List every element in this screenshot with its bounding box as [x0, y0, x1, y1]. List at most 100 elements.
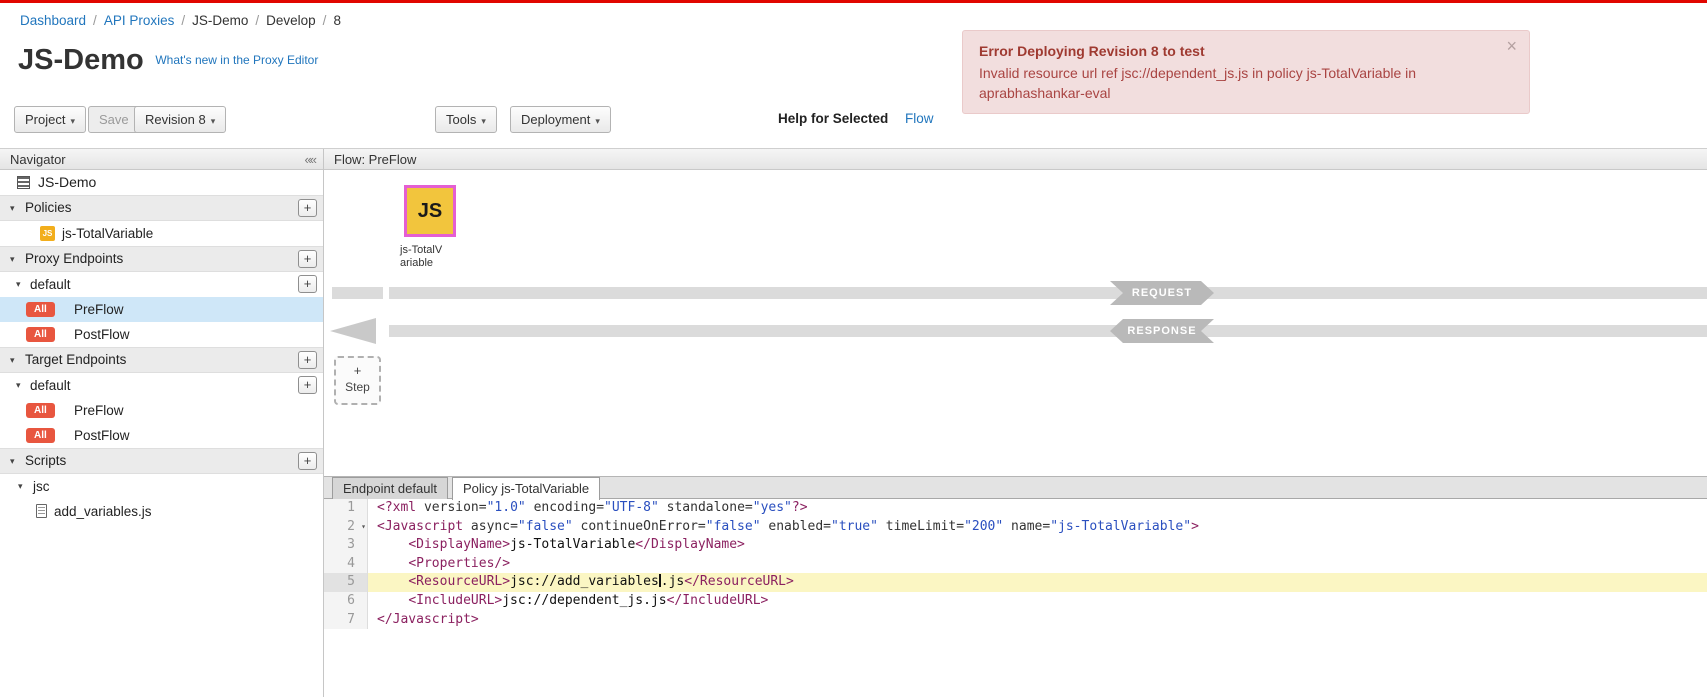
line-number: 1	[324, 499, 368, 518]
tab-endpoint-default[interactable]: Endpoint default	[332, 477, 448, 499]
add-step-button-label: Step	[336, 380, 379, 394]
code-token: =	[698, 519, 706, 534]
code-token: name	[1011, 519, 1042, 534]
js-policy-node[interactable]: JS	[404, 185, 456, 237]
code-token: "false"	[518, 519, 573, 534]
save-button[interactable]: Save	[88, 106, 140, 133]
project-button[interactable]: Project▾	[14, 106, 86, 133]
navigator-section-target-endpoints[interactable]: ▾Target Endpoints+	[0, 347, 323, 373]
navigator-flow-preflow[interactable]: AllPreFlow	[0, 297, 323, 322]
chevron-down-icon: ▾	[595, 116, 600, 126]
navigator-flow-preflow[interactable]: All PreFlow	[0, 398, 323, 423]
navigator-flow-postflow[interactable]: AllPostFlow	[0, 423, 323, 448]
tab-policy-js-totalvariable[interactable]: Policy js-TotalVariable	[452, 477, 600, 500]
code-token: jsc://add_variables	[510, 574, 659, 589]
code-token: version	[424, 500, 479, 515]
navigator-item-label: Policies	[25, 196, 72, 220]
navigator-endpoint-default[interactable]: ▾default+	[0, 373, 323, 398]
add-button[interactable]: +	[298, 351, 317, 369]
js-policy-label: js-TotalV ariable	[398, 244, 462, 270]
proxy-icon	[17, 176, 30, 189]
code-token: =	[956, 519, 964, 534]
code-token: "true"	[831, 519, 878, 534]
code-token: </IncludeURL>	[667, 593, 769, 608]
code-area[interactable]: 1<?xml version="1.0" encoding="UTF-8" st…	[324, 499, 1707, 697]
navigator-root-js-demo[interactable]: JS-Demo	[0, 170, 323, 195]
tools-button[interactable]: Tools▾	[435, 106, 497, 133]
code-token: <ResourceURL>	[408, 574, 510, 589]
page-title: JS-Demo	[18, 44, 144, 76]
code-line-4[interactable]: 4 <Properties/>	[324, 555, 1707, 574]
revision-button[interactable]: Revision 8 ▾	[134, 106, 226, 133]
breadcrumb-separator: /	[255, 13, 259, 28]
code-token: <?xml	[377, 500, 424, 515]
deployment-button[interactable]: Deployment▾	[510, 106, 611, 133]
project-button-label: Project	[25, 112, 65, 127]
code-line-content: <DisplayName>js-TotalVariable</DisplayNa…	[368, 536, 1707, 555]
navigator-item-label: Target Endpoints	[25, 348, 126, 372]
revision-button-label: Revision 8	[145, 112, 206, 127]
code-line-7[interactable]: 7</Javascript>	[324, 611, 1707, 630]
code-token: "UTF-8"	[604, 500, 659, 515]
navigator-section-proxy-endpoints[interactable]: ▾Proxy Endpoints+	[0, 246, 323, 272]
add-step-button[interactable]: + Step	[334, 356, 381, 405]
code-line-content: <Properties/>	[368, 555, 1707, 574]
navigator-folder-jsc[interactable]: ▾jsc	[0, 474, 323, 499]
navigator-section-policies[interactable]: ▾ Policies +	[0, 195, 323, 221]
add-button[interactable]: +	[298, 452, 317, 470]
fold-icon[interactable]: ▾	[361, 518, 366, 537]
code-token: >	[1191, 519, 1199, 534]
navigator-endpoint-default[interactable]: ▾default+	[0, 272, 323, 297]
chevron-down-icon: ▾	[211, 116, 216, 126]
flow-condition-badge: All	[26, 403, 55, 418]
code-line-1[interactable]: 1<?xml version="1.0" encoding="UTF-8" st…	[324, 499, 1707, 518]
breadcrumb-dashboard[interactable]: Dashboard	[20, 13, 86, 28]
response-arrowhead-icon	[330, 318, 376, 344]
code-line-content: <?xml version="1.0" encoding="UTF-8" sta…	[368, 499, 1707, 518]
navigator-file-add-variables-js[interactable]: add_variables.js	[0, 499, 323, 524]
whats-new-link[interactable]: What's new in the Proxy Editor	[155, 53, 318, 67]
code-line-content: <IncludeURL>jsc://dependent_js.js</Inclu…	[368, 592, 1707, 611]
flow-link[interactable]: Flow	[905, 111, 934, 126]
code-token	[377, 537, 408, 552]
code-line-5[interactable]: 5 <ResourceURL>jsc://add_variables.js</R…	[324, 573, 1707, 592]
code-line-6[interactable]: 6 <IncludeURL>jsc://dependent_js.js</Inc…	[324, 592, 1707, 611]
add-button[interactable]: +	[298, 199, 317, 217]
pane-divider	[323, 149, 324, 697]
chevron-down-icon: ▾	[10, 247, 15, 271]
close-icon[interactable]: ×	[1506, 36, 1517, 56]
navigator-section-scripts[interactable]: ▾Scripts+	[0, 448, 323, 474]
code-token	[377, 593, 408, 608]
navigator-item-label: add_variables.js	[54, 499, 152, 524]
code-token: encoding	[534, 500, 597, 515]
breadcrumb-separator: /	[93, 13, 97, 28]
error-banner-title: Error Deploying Revision 8 to test	[979, 41, 1489, 61]
code-token	[573, 519, 581, 534]
chevron-down-icon: ▾	[10, 196, 15, 220]
plus-icon: +	[336, 362, 379, 380]
code-token: =	[823, 519, 831, 534]
code-token: "js-TotalVariable"	[1050, 519, 1191, 534]
navigator-item-label: js-TotalVariable	[62, 221, 153, 246]
add-button[interactable]: +	[298, 376, 317, 394]
code-line-3[interactable]: 3 <DisplayName>js-TotalVariable</Display…	[324, 536, 1707, 555]
navigator-item-label: PreFlow	[74, 398, 124, 423]
code-token: standalone	[667, 500, 745, 515]
breadcrumb-8: 8	[333, 13, 341, 28]
code-line-2[interactable]: 2▾<Javascript async="false" continueOnEr…	[324, 518, 1707, 537]
breadcrumb-api-proxies[interactable]: API Proxies	[104, 13, 175, 28]
add-button[interactable]: +	[298, 250, 317, 268]
navigator-item-label: PreFlow	[74, 297, 124, 322]
add-button[interactable]: +	[298, 275, 317, 293]
code-token: ?>	[792, 500, 808, 515]
code-token: "1.0"	[487, 500, 526, 515]
file-icon	[36, 504, 47, 518]
code-token: timeLimit	[886, 519, 956, 534]
navigator-policy-js-totalvariable[interactable]: JSjs-TotalVariable	[0, 221, 323, 246]
response-flow-line	[389, 325, 1707, 337]
flow-condition-badge: All	[26, 428, 55, 443]
line-number: 3	[324, 536, 368, 555]
js-policy-icon: JS	[418, 200, 442, 223]
collapse-sidebar-icon[interactable]: ««	[305, 149, 315, 170]
navigator-flow-postflow[interactable]: AllPostFlow	[0, 322, 323, 347]
